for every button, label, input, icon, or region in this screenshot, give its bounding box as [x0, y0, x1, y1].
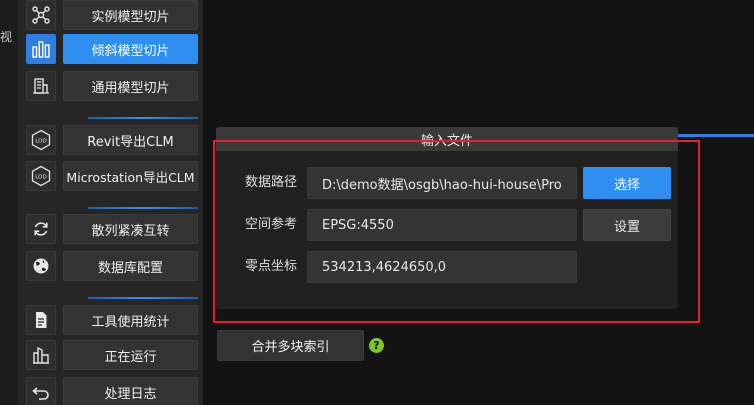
bar-chart-icon[interactable]: [26, 34, 56, 64]
spatial-reference-input[interactable]: [307, 209, 577, 241]
database-config-button[interactable]: 数据库配置: [63, 251, 198, 281]
sidebar-item-process-log[interactable]: 处理日志: [26, 377, 198, 405]
app-window: 视 实例模型切片 倾斜模型切片 通用模型切片 LOD Revit导出CLM LO…: [0, 0, 754, 405]
sidebar-item-running[interactable]: 正在运行: [26, 340, 198, 370]
section-divider: [88, 207, 198, 209]
help-icon[interactable]: ?: [369, 338, 384, 353]
origin-coordinate-input[interactable]: [307, 251, 577, 283]
sidebar-item-oblique-tile[interactable]: 倾斜模型切片: [26, 34, 198, 64]
sidebar-item-revit-clm[interactable]: LOD Revit导出CLM: [26, 125, 198, 155]
spatial-reference-label: 空间参考: [245, 217, 298, 232]
sidebar-item-general-tile[interactable]: 通用模型切片: [26, 71, 198, 101]
sidebar-item-database-config[interactable]: 数据库配置: [26, 251, 198, 281]
input-file-panel: 输入文件 数据路径 选择 空间参考 设置 零点坐标: [216, 127, 678, 309]
general-tile-button[interactable]: 通用模型切片: [63, 71, 198, 101]
sidebar-item-microstation-clm[interactable]: LOD Microstation导出CLM: [26, 161, 198, 191]
running-button[interactable]: 正在运行: [63, 340, 198, 370]
usage-stats-button[interactable]: 工具使用统计: [63, 305, 198, 335]
document-icon[interactable]: [26, 305, 56, 335]
merge-index-button[interactable]: 合并多块索引: [217, 330, 364, 361]
sidebar-item-usage-stats[interactable]: 工具使用统计: [26, 305, 198, 335]
section-divider: [88, 117, 198, 119]
city-icon[interactable]: [26, 340, 56, 370]
edge-label: 视: [0, 30, 13, 44]
main-area: 输入文件 数据路径 选择 空间参考 设置 零点坐标 合并多块索引 ?: [205, 0, 754, 405]
nodes-icon[interactable]: [26, 0, 56, 30]
set-reference-button[interactable]: 设置: [583, 209, 671, 241]
select-path-button[interactable]: 选择: [583, 167, 671, 199]
lod-icon[interactable]: LOD: [26, 125, 56, 155]
microstation-clm-button[interactable]: Microstation导出CLM: [63, 161, 198, 191]
globe-icon[interactable]: [26, 251, 56, 281]
lod-text: LOD: [35, 139, 46, 145]
lod-text: LOD: [35, 175, 46, 181]
instance-tile-button[interactable]: 实例模型切片: [63, 0, 198, 30]
oblique-tile-button[interactable]: 倾斜模型切片: [63, 34, 198, 64]
process-log-button[interactable]: 处理日志: [63, 377, 198, 405]
building-icon[interactable]: [26, 71, 56, 101]
revit-clm-button[interactable]: Revit导出CLM: [63, 125, 198, 155]
data-path-input[interactable]: [307, 167, 577, 199]
sidebar-item-hash-compact[interactable]: 散列紧凑互转: [26, 214, 198, 244]
origin-coordinate-label: 零点坐标: [245, 259, 298, 274]
lod-icon[interactable]: LOD: [26, 161, 56, 191]
left-edge-strip: 视: [0, 0, 18, 405]
data-path-label: 数据路径: [245, 175, 298, 190]
return-icon[interactable]: [26, 377, 56, 405]
sidebar-item-instance-tile[interactable]: 实例模型切片: [26, 0, 198, 30]
accent-line: [677, 134, 754, 137]
panel-title: 输入文件: [216, 127, 678, 151]
refresh-icon[interactable]: [26, 214, 56, 244]
section-divider: [88, 297, 198, 299]
tool-sidebar: 实例模型切片 倾斜模型切片 通用模型切片 LOD Revit导出CLM LOD …: [18, 0, 204, 405]
hash-compact-button[interactable]: 散列紧凑互转: [63, 214, 198, 244]
